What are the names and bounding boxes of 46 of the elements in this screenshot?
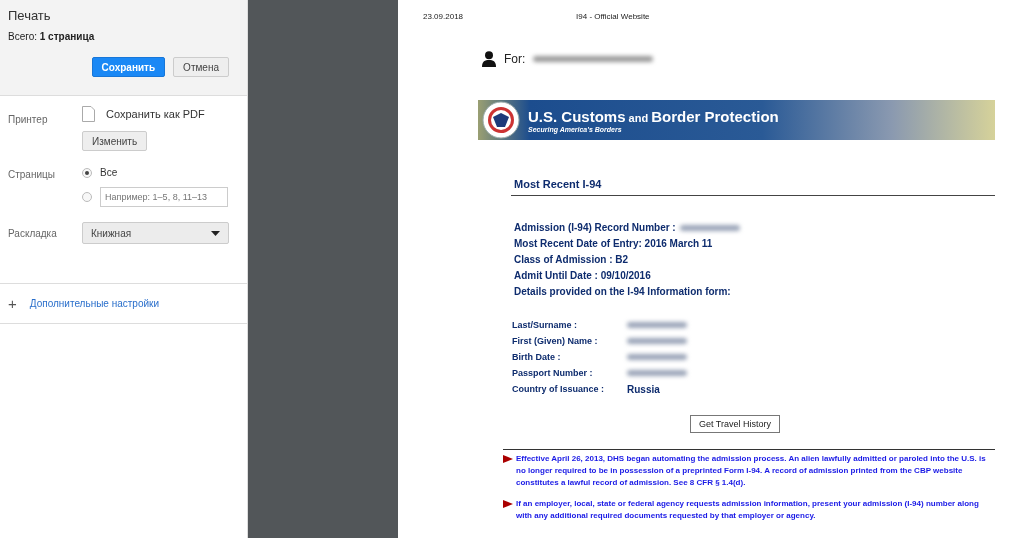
dialog-button[interactable]: Сохранить [91,57,166,77]
field-label: Birth Date : [512,352,562,362]
page-range-field[interactable]: Например: 1–5, 8, 11–13 [100,187,228,207]
redacted-value [627,322,687,328]
detail-text: Admit Until Date : 09/10/2016 [514,270,651,281]
field-value: Russia [627,383,660,395]
detail-text: Admission (I-94) Record Number : [514,222,676,233]
change-button[interactable]: Изменить [82,131,148,151]
redacted-value [627,354,687,360]
field-label: First (Given) Name : [512,336,599,346]
field-label: Country of Issuance : [512,384,605,394]
layout-dropdown[interactable]: Книжная [82,222,229,244]
notice-text: If an employer, local, state or federal agency requests admission information, present your admission (I-94) number along with any additional required documents requested by that employer or agency. [516,498,980,522]
bullet-arrow-icon [503,455,513,463]
for-label: For: [504,52,526,66]
dialog-button[interactable]: Отмена [173,57,229,77]
page-title: I94 - Official Website [576,12,650,21]
setting-label: Принтер [8,113,49,127]
more-settings-link[interactable]: Дополнительные настройки [29,298,160,309]
field-label: Last/Surname : [512,320,579,330]
redacted-value [679,224,740,231]
radio-label: Все [100,167,118,178]
field-label: Passport Number : [512,368,594,378]
detail-text: Most Recent Date of Entry: 2016 March 11 [514,238,713,249]
printer-name: Сохранить как PDF [106,108,205,120]
expand-icon: + [8,296,17,311]
dialog-title: Печать [8,8,52,23]
travel-history-button[interactable]: Get Travel History [690,415,781,433]
banner-title: U.S. Customs and Border Protection [528,107,779,126]
redacted-value [627,370,687,376]
detail-text: Details provided on the I-94 Information form: [514,286,731,297]
document-icon [82,106,95,122]
print-date: 23.09.2018 [423,12,464,21]
bullet-arrow-icon [503,500,513,508]
section-heading: Most Recent I-94 [511,178,995,196]
setting-label: Страницы [8,168,56,182]
setting-label: Раскладка [8,227,58,239]
notice-text: Effective April 26, 2013, DHS began automating the admission process. An alien lawfully admitted or paroled into the U.S. is no longer required to be in possession of a preprinted Form I-94. A record of admission printed from the CBP website constitutes a lawful record of admission. See 8 CFR § 1.4(d). [516,453,987,489]
caret-icon [211,230,220,236]
page-count: Всего: 1 страница [8,31,95,42]
redacted-value [627,338,687,344]
seal-icon [482,101,520,139]
detail-text: Class of Admission : B2 [514,254,629,265]
radio-button[interactable] [82,167,92,178]
radio-button[interactable] [82,192,92,202]
user-icon [482,51,496,67]
